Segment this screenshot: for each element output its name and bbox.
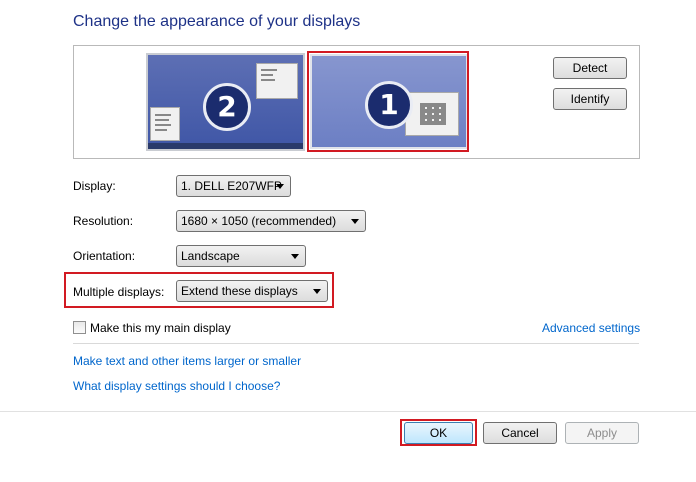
chevron-down-icon	[276, 184, 284, 189]
monitor-number: 2	[203, 83, 251, 131]
orientation-value: Landscape	[181, 249, 240, 263]
multiple-displays-dropdown[interactable]: Extend these displays	[176, 280, 328, 302]
multiple-displays-label: Multiple displays:	[73, 285, 165, 299]
main-display-checkbox[interactable]	[73, 321, 86, 334]
taskbar	[148, 143, 303, 149]
chevron-down-icon	[313, 289, 321, 294]
display-preview: 2 1 Detect Identify	[73, 45, 640, 159]
text-size-link[interactable]: Make text and other items larger or smal…	[73, 354, 301, 368]
ok-button[interactable]: OK	[404, 422, 473, 444]
resolution-dropdown[interactable]: 1680 × 1050 (recommended)	[176, 210, 366, 232]
chevron-down-icon	[351, 219, 359, 224]
orientation-label: Orientation:	[73, 249, 136, 263]
divider	[73, 343, 639, 344]
display-dropdown[interactable]: 1. DELL E207WFP	[176, 175, 291, 197]
footer-divider	[0, 411, 696, 412]
selected-monitor-highlight	[307, 51, 469, 152]
apply-button: Apply	[565, 422, 639, 444]
detect-button[interactable]: Detect	[553, 57, 627, 79]
display-value: 1. DELL E207WFP	[181, 179, 282, 193]
main-display-label[interactable]: Make this my main display	[90, 321, 231, 335]
mini-window-icon	[256, 63, 298, 99]
orientation-dropdown[interactable]: Landscape	[176, 245, 306, 267]
help-link[interactable]: What display settings should I choose?	[73, 379, 280, 393]
cancel-button[interactable]: Cancel	[483, 422, 557, 444]
advanced-settings-link[interactable]: Advanced settings	[542, 321, 640, 335]
page-title: Change the appearance of your displays	[73, 13, 361, 30]
multiple-displays-value: Extend these displays	[181, 284, 298, 298]
chevron-down-icon	[291, 254, 299, 259]
mini-window-icon	[150, 107, 180, 141]
resolution-value: 1680 × 1050 (recommended)	[181, 214, 337, 228]
monitor-2[interactable]: 2	[146, 53, 305, 151]
resolution-label: Resolution:	[73, 214, 134, 228]
identify-button[interactable]: Identify	[553, 88, 627, 110]
display-label: Display:	[73, 179, 116, 193]
